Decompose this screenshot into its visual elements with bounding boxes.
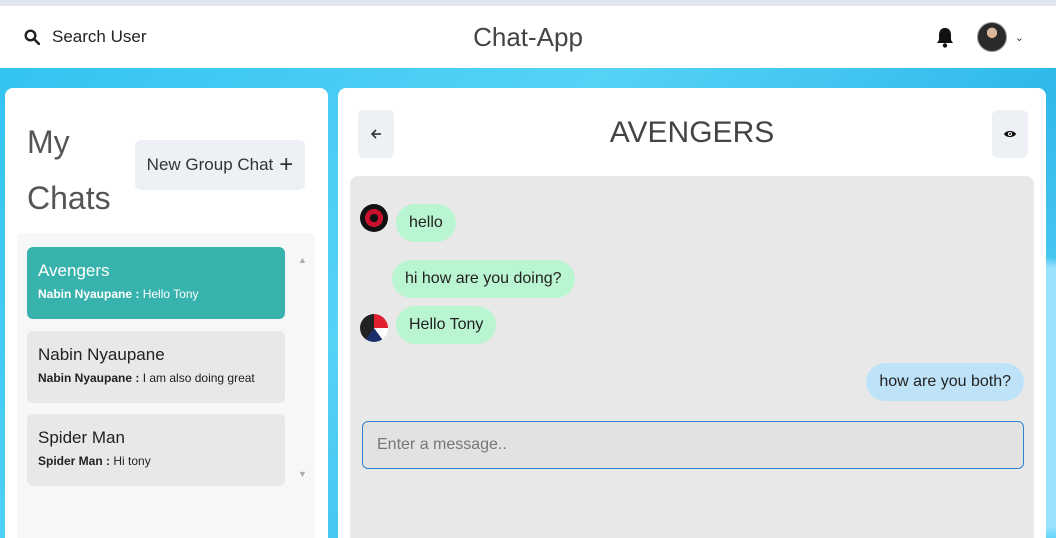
message-bubble-own: how are you both? (866, 363, 1024, 401)
chat-latest-message: Nabin Nyaupane : Hello Tony (38, 287, 274, 301)
new-group-chat-button[interactable]: New Group Chat + (135, 140, 305, 190)
header-actions: ⌄ (935, 22, 1024, 52)
my-chats-panel: My Chats New Group Chat + Avengers Nabin… (5, 88, 328, 538)
chat-item-nabin-nyaupane[interactable]: Nabin Nyaupane Nabin Nyaupane : I am als… (27, 331, 285, 403)
sender-avatar-spider-man[interactable] (360, 204, 388, 232)
bell-icon[interactable] (935, 26, 955, 48)
chat-list-scrollbar[interactable]: ▲ ▼ (295, 247, 311, 487)
message-input[interactable] (362, 421, 1024, 469)
chat-latest-text: Hi tony (113, 454, 151, 468)
message-bubble: hi how are you doing? (392, 260, 575, 298)
chat-latest-sender: Nabin Nyaupane : (38, 371, 140, 385)
chat-latest-sender: Spider Man : (38, 454, 111, 468)
eye-icon (1004, 131, 1016, 137)
chevron-down-icon: ⌄ (1014, 31, 1024, 44)
chat-name: Spider Man (38, 428, 125, 447)
chat-title: AVENGERS (609, 116, 775, 149)
sender-avatar-nabin-nyaupane[interactable] (360, 314, 388, 342)
my-chats-title: My Chats (27, 114, 137, 226)
message-bubble: hello (396, 204, 456, 242)
search-user-button[interactable]: Search User (24, 27, 146, 47)
chat-latest-message: Spider Man : Hi tony (38, 454, 274, 468)
my-chats-title-line2: Chats (27, 180, 111, 216)
chat-list[interactable]: Avengers Nabin Nyaupane : Hello Tony Nab… (17, 233, 315, 538)
view-details-button[interactable] (992, 110, 1028, 158)
chat-name: Avengers (38, 261, 110, 280)
chat-latest-text: Hello Tony (142, 287, 199, 301)
chat-item-spider-man[interactable]: Spider Man Spider Man : Hi tony (27, 414, 285, 486)
chat-latest-text: I am also doing great (142, 371, 255, 385)
message-bubble: Hello Tony (396, 306, 497, 344)
scroll-down-arrow-icon[interactable]: ▼ (298, 469, 307, 479)
chat-item-avengers[interactable]: Avengers Nabin Nyaupane : Hello Tony (27, 247, 285, 319)
profile-menu-button[interactable]: ⌄ (976, 22, 1024, 52)
plus-icon: + (279, 151, 294, 178)
chat-panel: AVENGERS hello hi how are you doing? Hel… (338, 88, 1046, 538)
chat-latest-sender: Nabin Nyaupane : (38, 287, 140, 301)
my-chats-title-line1: My (27, 124, 70, 160)
user-avatar (976, 22, 1007, 52)
chat-latest-message: Nabin Nyaupane : I am also doing great (38, 371, 274, 385)
message-area: hello hi how are you doing? Hello Tony h… (350, 176, 1034, 538)
scroll-up-arrow-icon[interactable]: ▲ (298, 255, 307, 265)
search-user-label: Search User (52, 27, 147, 46)
search-icon (24, 29, 40, 45)
app-title: Chat-App (473, 21, 583, 52)
top-bar: Search User Chat-App ⌄ (0, 6, 1056, 68)
chat-name: Nabin Nyaupane (38, 345, 165, 364)
new-group-chat-label: New Group Chat (146, 155, 274, 174)
